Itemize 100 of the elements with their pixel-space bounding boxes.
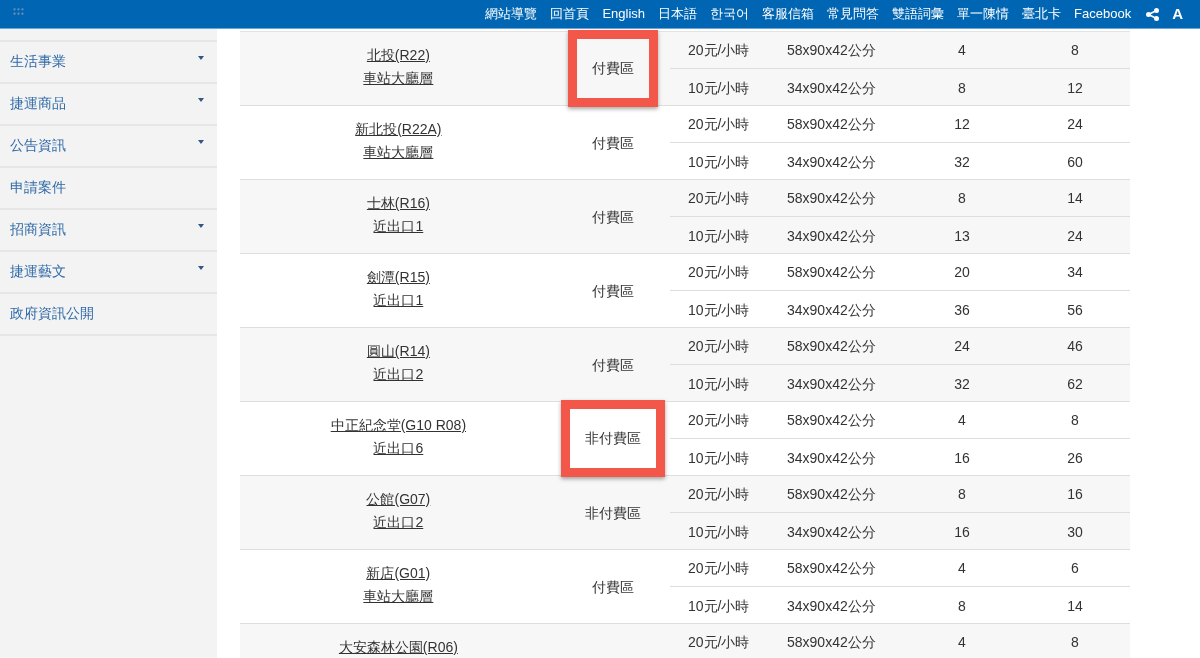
count-cell-text: 8 [957, 485, 967, 503]
nav-link[interactable]: 雙語詞彙 [892, 6, 945, 22]
count-cell-text: 8 [957, 189, 967, 207]
nav-link[interactable]: 回首頁 [550, 6, 590, 22]
font-size-button[interactable]: A [1172, 6, 1183, 22]
sidebar-item[interactable]: 捷運藝文 [0, 250, 217, 292]
rate-cell-text: 20元/小時 [687, 337, 751, 355]
size-cell-text: 58x90x42公分 [787, 559, 877, 577]
nav-link[interactable]: 網站導覽 [485, 6, 538, 22]
count-cell-text: 26 [1066, 448, 1084, 467]
rate-cell-text: 20元/小時 [687, 263, 751, 281]
count-cell-text: 12 [953, 115, 971, 133]
sidebar-item[interactable]: 捷運商品 [0, 82, 217, 124]
nav-link[interactable]: Facebook [1074, 6, 1132, 22]
rate-cell-text: 10元/小時 [687, 596, 751, 615]
size-cell-text: 58x90x42公分 [787, 337, 877, 355]
rate-cell-text: 20元/小時 [687, 189, 751, 207]
count-cell-text: 8 [957, 78, 967, 97]
nav-link[interactable]: 客服信箱 [762, 6, 815, 22]
sidebar-item[interactable]: 生活事業 [0, 40, 217, 82]
rate-cell-text: 20元/小時 [687, 41, 751, 59]
size-cell-text: 58x90x42公分 [787, 411, 877, 429]
station-link[interactable]: 新店(G01) 車站大廳層 [363, 562, 434, 608]
rate-cell-text: 20元/小時 [687, 115, 751, 133]
rate-cell-text: 10元/小時 [687, 374, 751, 393]
count-cell-text: 12 [1066, 78, 1084, 97]
count-cell-text: 6 [1070, 559, 1080, 577]
count-cell-text: 24 [953, 337, 971, 355]
size-cell-text: 34x90x42公分 [787, 374, 877, 393]
rate-cell-text: 10元/小時 [687, 300, 751, 319]
count-cell-text: 14 [1066, 596, 1084, 615]
share-icon[interactable] [1146, 7, 1160, 21]
size-cell-text: 34x90x42公分 [787, 596, 877, 615]
count-cell-text: 8 [1070, 633, 1080, 651]
station-link[interactable]: 公館(G07) 近出口2 [366, 488, 431, 534]
size-cell-text: 34x90x42公分 [787, 448, 877, 467]
station-link[interactable]: 士林(R16) 近出口1 [366, 192, 430, 238]
count-cell-text: 56 [1066, 300, 1084, 319]
sidebar-item[interactable]: 政府資訊公開 [0, 292, 217, 336]
area-label: 付費區 [592, 59, 635, 77]
sidebar-item[interactable]: 申請案件 [0, 166, 217, 208]
rate-cell-text: 10元/小時 [687, 226, 751, 245]
station-link[interactable]: 圓山(R14) 近出口2 [366, 340, 430, 386]
count-cell-text: 32 [953, 152, 971, 171]
size-cell-text: 58x90x42公分 [787, 485, 877, 503]
rate-cell-text: 20元/小時 [687, 411, 751, 429]
count-cell-text: 4 [957, 633, 967, 651]
count-cell-text: 8 [1070, 411, 1080, 429]
count-cell-text: 34 [1066, 263, 1084, 281]
station-link[interactable]: 劍潭(R15) 近出口1 [366, 266, 430, 312]
station-link[interactable]: 中正紀念堂(G10 R08) 近出口6 [330, 414, 467, 460]
count-cell-text: 30 [1066, 522, 1084, 541]
area-label: 非付費區 [585, 503, 642, 522]
count-cell-text: 13 [953, 226, 971, 245]
count-cell-text: 20 [953, 263, 971, 281]
station-link[interactable]: 新北投(R22A) 車站大廳層 [355, 118, 442, 164]
rate-cell-text: 20元/小時 [687, 559, 751, 577]
count-cell-text: 36 [953, 300, 971, 319]
count-cell-text: 16 [953, 522, 971, 541]
area-label: 付費區 [592, 207, 635, 226]
size-cell-text: 58x90x42公分 [787, 189, 877, 207]
count-cell-text: 16 [1066, 485, 1084, 503]
nav-link[interactable]: 單一陳情 [957, 6, 1010, 22]
nav-link[interactable]: 臺北卡 [1022, 6, 1062, 22]
count-cell-text: 8 [1070, 41, 1080, 59]
sidebar-item[interactable]: 招商資訊 [0, 208, 217, 250]
size-cell-text: 58x90x42公分 [787, 263, 877, 281]
dots-icon [13, 8, 24, 15]
count-cell-text: 60 [1066, 152, 1084, 171]
nav-link[interactable]: English [602, 6, 646, 22]
count-cell-text: 4 [957, 411, 967, 429]
count-cell-text: 4 [957, 559, 967, 577]
area-label: 非付費區 [585, 429, 642, 447]
rate-cell-text: 20元/小時 [687, 633, 751, 651]
size-cell-text: 58x90x42公分 [787, 41, 877, 59]
area-label: 付費區 [592, 577, 635, 596]
count-cell-text: 8 [957, 596, 967, 615]
size-cell-text: 34x90x42公分 [787, 152, 877, 171]
count-cell-text: 4 [957, 41, 967, 59]
sidebar-item[interactable]: 公告資訊 [0, 124, 217, 166]
count-cell-text: 24 [1066, 226, 1084, 245]
count-cell-text: 46 [1066, 337, 1084, 355]
nav-link[interactable]: 日本語 [658, 6, 698, 22]
area-label: 付費區 [592, 281, 635, 300]
size-cell-text: 58x90x42公分 [787, 633, 877, 651]
count-cell-text: 14 [1066, 189, 1084, 207]
size-cell-text: 34x90x42公分 [787, 300, 877, 319]
size-cell-text: 34x90x42公分 [787, 78, 877, 97]
rate-cell-text: 10元/小時 [687, 522, 751, 541]
rate-cell-text: 10元/小時 [687, 152, 751, 171]
area-label: 付費區 [592, 355, 635, 374]
station-link[interactable]: 大安森林公園(R06) [338, 636, 458, 658]
station-link[interactable]: 北投(R22) 車站大廳層 [363, 44, 434, 90]
size-cell-text: 58x90x42公分 [787, 115, 877, 133]
nav-link[interactable]: 常見問答 [827, 6, 880, 22]
nav-link[interactable]: 한국어 [710, 6, 750, 22]
count-cell-text: 24 [1066, 115, 1084, 133]
rate-cell-text: 10元/小時 [687, 78, 751, 97]
area-label: 付費區 [592, 133, 635, 152]
size-cell-text: 34x90x42公分 [787, 226, 877, 245]
